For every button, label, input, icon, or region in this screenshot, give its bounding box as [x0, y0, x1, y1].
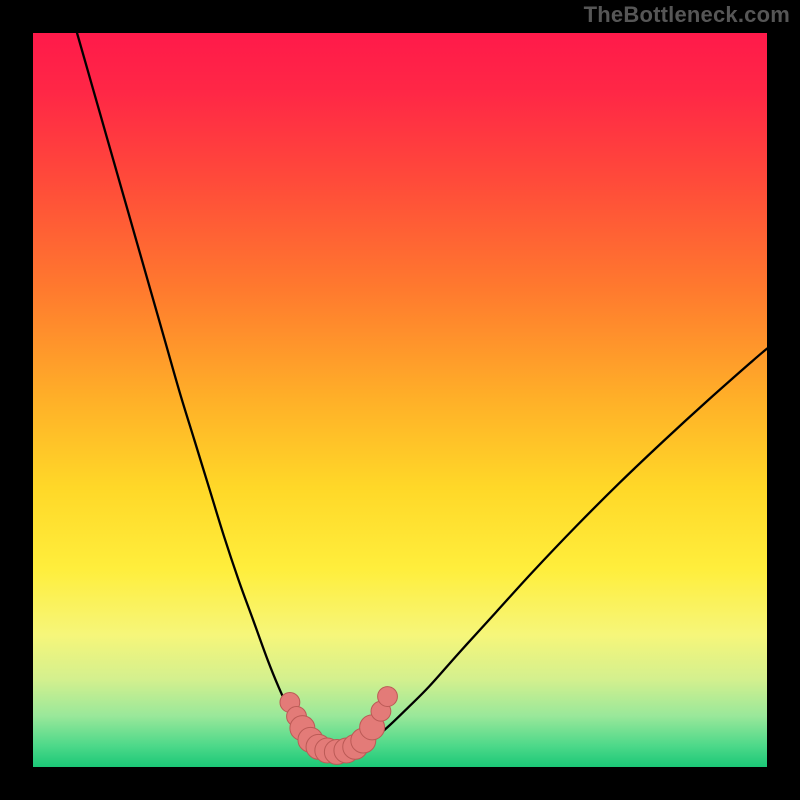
attribution-label: TheBottleneck.com	[584, 2, 790, 28]
gradient-background	[33, 33, 767, 767]
chart-stage: { "attribution": "TheBottleneck.com", "c…	[0, 0, 800, 800]
bottleneck-chart	[0, 0, 800, 800]
valley-marker	[378, 687, 398, 707]
